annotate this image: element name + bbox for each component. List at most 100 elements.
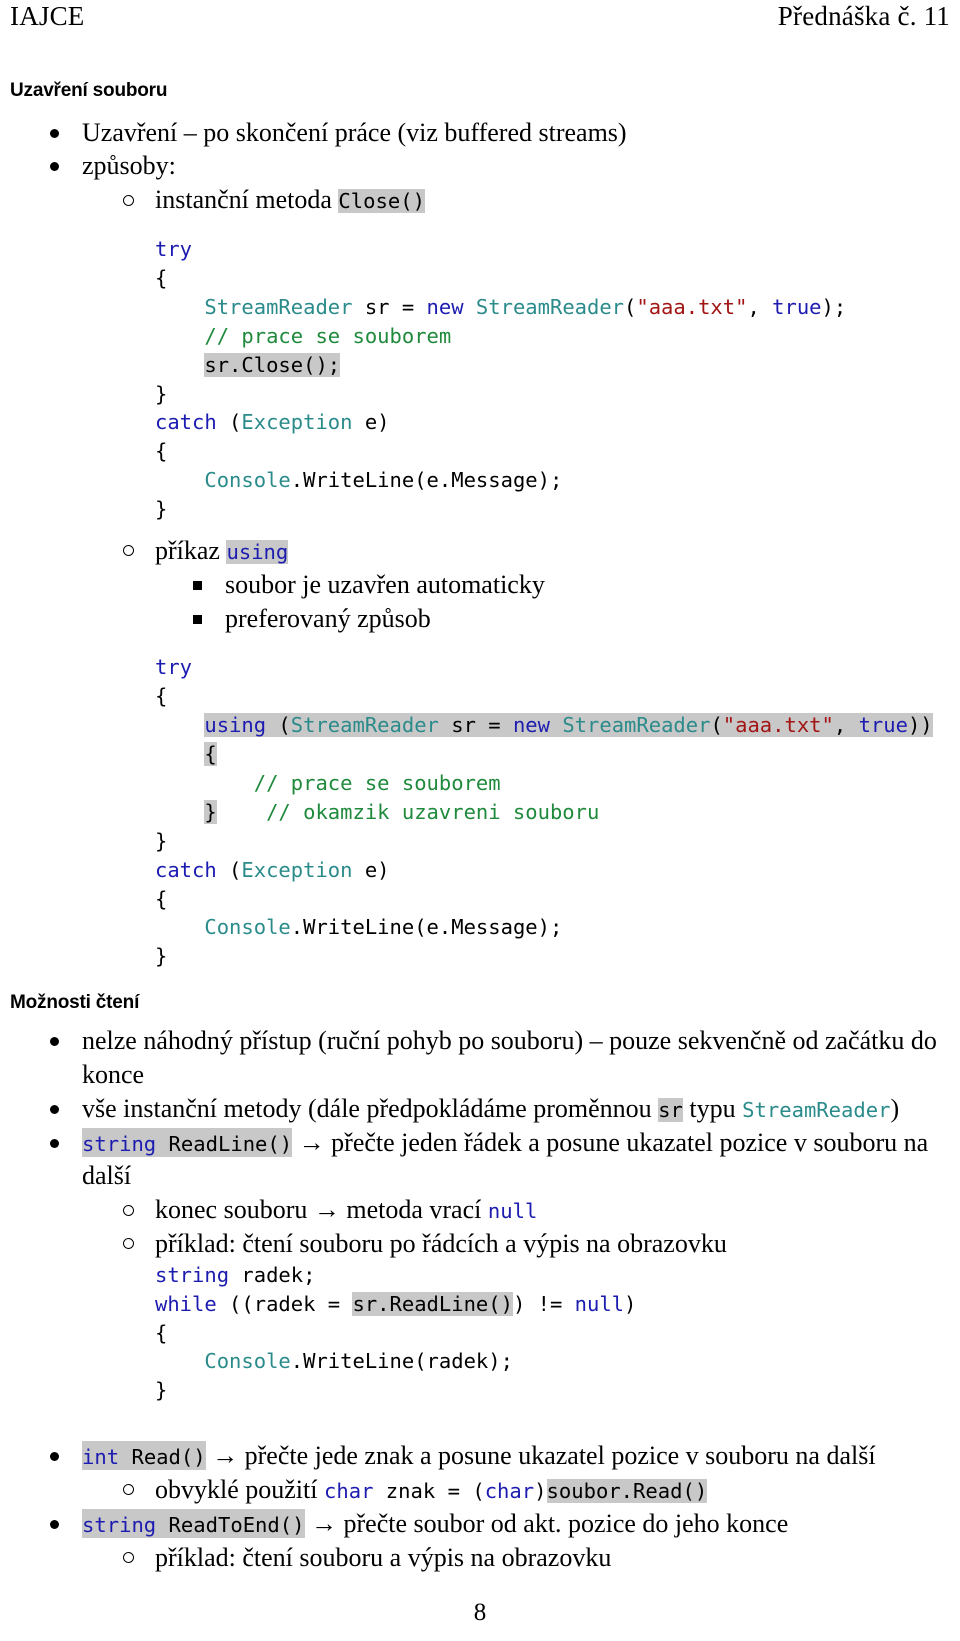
code-token-while: while [155, 1291, 217, 1316]
code-token-type-streamreader: StreamReader [204, 294, 353, 319]
list-item: int Read() → přečte jede znak a posune u… [10, 1439, 950, 1473]
code-block-using: try { using (StreamReader sr = new Strea… [10, 653, 950, 971]
code-token-try: try [155, 655, 193, 680]
list-item: instanční metoda Close() [10, 183, 950, 217]
inline-code-type-streamreader: StreamReader [742, 1097, 891, 1122]
list-item: obvyklé použití char znak = (char)soubor… [10, 1473, 950, 1507]
list-item: Uzavření – po skončení práce (viz buffer… [10, 116, 950, 150]
code-token-comma: , [833, 713, 859, 738]
list-item-label: preferovaný způsob [225, 603, 431, 633]
arrow-glyph: → [304, 1508, 344, 1538]
list-item-label: konec souboru → metoda vrací [155, 1195, 488, 1225]
code-token-string-filename: "aaa.txt" [636, 294, 748, 319]
code-token-brace-close: } [155, 1378, 168, 1403]
bullet-square-icon [193, 615, 202, 625]
inline-code-cast-char: char [484, 1479, 535, 1503]
code-token-using-paren: ( [266, 713, 291, 738]
code-token-catch-paren: ( [216, 857, 242, 882]
code-token-keyword-string: string [155, 1262, 230, 1287]
list-item-label: obvyklé použití [155, 1475, 324, 1504]
list-item-label: Uzavření – po skončení práce (viz buffer… [82, 117, 627, 147]
bullet-disc-icon [50, 1104, 59, 1114]
section-heading-reading: Možnosti čtení [10, 992, 140, 1014]
bullet-circle-icon [123, 1238, 134, 1250]
bullet-circle-icon [123, 1204, 134, 1216]
code-token-brace-open: { [155, 684, 168, 709]
arrow-glyph: → [292, 1127, 332, 1157]
code-token-brace-close: } [155, 381, 168, 406]
list-item-label: přečte soubor od akt. pozice do jeho kon… [343, 1508, 789, 1538]
list-item: příklad: čtení souboru po řádcích a výpi… [10, 1227, 950, 1261]
bullet-disc-icon [50, 1138, 59, 1148]
code-token-neq-operator: ) != [512, 1291, 575, 1316]
code-token-comma: , [747, 294, 773, 319]
bullet-circle-icon [123, 545, 134, 557]
inline-code-znak-assign: znak = ( [373, 1479, 485, 1503]
code-token-type-console: Console [204, 468, 291, 493]
list-item-label: způsoby: [82, 151, 176, 181]
bullet-disc-icon [50, 1519, 59, 1529]
list-item-label-mid: typu [682, 1093, 743, 1123]
inline-code-close-method: Close() [338, 189, 425, 214]
code-token-writeline-call: .WriteLine(radek); [290, 1349, 513, 1374]
code-token-brace-close-using: } [204, 799, 217, 824]
code-token-string-filename: "aaa.txt" [722, 713, 834, 738]
document-page: IAJCE Přednáška č. 11 Uzavření souboru U… [0, 0, 960, 1641]
code-token-try: try [155, 237, 193, 262]
code-token-stmt-end: ); [821, 294, 847, 319]
bullet-circle-icon [123, 1484, 134, 1496]
list-item-label: instanční metoda [155, 185, 339, 215]
code-token-true: true [772, 294, 822, 319]
code-token-type-console: Console [204, 915, 291, 940]
code-token-paren-open: ( [624, 294, 637, 319]
code-token-var-decl: sr = [438, 713, 513, 738]
header-course-code: IAJCE [10, 1, 85, 31]
code-token-comment-prace: // prace se souborem [253, 770, 501, 795]
code-token-new: new [426, 294, 464, 319]
code-token-catch: catch [155, 857, 217, 882]
list-item: soubor je uzavřen automaticky [10, 568, 950, 602]
arrow-glyph: → [205, 1441, 245, 1471]
section-heading-closing: Uzavření souboru [10, 79, 168, 101]
code-token-catch-paren: ( [216, 410, 242, 435]
code-token-catch: catch [155, 410, 217, 435]
bullet-disc-icon [50, 162, 59, 172]
list-item: příkaz using [10, 534, 950, 568]
bullet-square-icon [193, 581, 202, 591]
code-token-var-decl: sr = [352, 294, 427, 319]
inline-code-keyword-string: string [82, 1131, 157, 1156]
code-token-brace-open: { [155, 1320, 168, 1345]
bullet-disc-icon [50, 1452, 59, 1462]
code-token-brace-open-catch: { [155, 439, 168, 464]
list-item: preferovaný způsob [10, 602, 950, 636]
inline-code-method-readline: ReadLine() [156, 1131, 293, 1156]
code-token-catch-var: e) [352, 857, 390, 882]
inline-code-keyword-string: string [82, 1512, 157, 1537]
list-item: konec souboru → metoda vrací null [10, 1193, 950, 1227]
code-token-writeline-call: .WriteLine(e.Message); [290, 915, 563, 940]
inline-code-readtoend-signature: string ReadToEnd() [82, 1508, 305, 1538]
list-item-label: přečte jede znak a posune ukazatel pozic… [244, 1441, 876, 1471]
code-token-var-radek: radek; [229, 1262, 316, 1287]
inline-code-keyword-int: int [82, 1445, 120, 1470]
code-block-close: try { StreamReader sr = new StreamReader… [10, 235, 950, 524]
code-token-type-streamreader-ctor: StreamReader [549, 713, 711, 738]
bullet-circle-icon [123, 1552, 134, 1564]
inline-code-method-readtoend: ReadToEnd() [156, 1512, 305, 1537]
code-token-true: true [858, 713, 908, 738]
list-item: vše instanční metody (dále předpokládáme… [10, 1092, 950, 1126]
inline-code-cast-close-paren: ) [534, 1479, 547, 1503]
bullet-circle-icon [123, 194, 134, 206]
code-token-type-console: Console [204, 1349, 291, 1374]
code-token-type-streamreader: StreamReader [290, 713, 439, 738]
inline-code-sr-variable: sr [658, 1097, 683, 1122]
code-token-stmt-end: )) [907, 713, 933, 738]
page-header: IAJCE Přednáška č. 11 [10, 0, 950, 32]
list-item-label: příkaz [155, 535, 227, 565]
header-lecture-title: Přednáška č. 11 [777, 1, 950, 31]
code-token-null-literal: null [574, 1291, 625, 1316]
list-item-label: příklad: čtení souboru po řádcích a výpi… [155, 1228, 727, 1258]
page-number: 8 [473, 1599, 487, 1626]
list-item-label: soubor je uzavřen automaticky [225, 569, 545, 599]
list-item: string ReadLine() → přečte jeden řádek a… [10, 1126, 950, 1194]
